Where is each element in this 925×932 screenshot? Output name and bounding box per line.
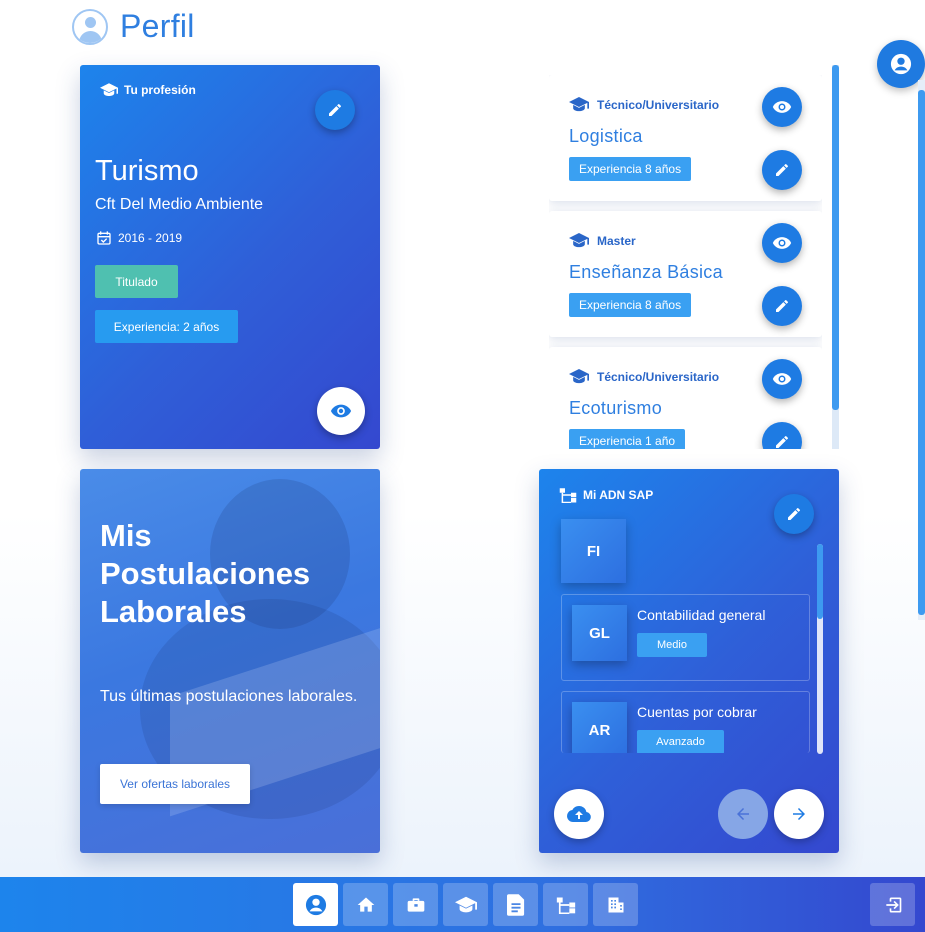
nav-jobs[interactable] xyxy=(393,883,438,926)
nav-education[interactable] xyxy=(443,883,488,926)
nav-home[interactable] xyxy=(343,883,388,926)
experience-badge: Experiencia: 2 años xyxy=(95,310,238,343)
list-item: Master Enseñanza Básica Experiencia 8 añ… xyxy=(549,211,822,337)
sap-submodule-name: Contabilidad general xyxy=(637,607,766,623)
cloud-upload-icon xyxy=(567,805,591,822)
applications-subtitle: Tus últimas postulaciones laborales. xyxy=(100,688,358,705)
study-type-label: Master xyxy=(597,233,636,248)
view-profession-button[interactable] xyxy=(317,387,365,435)
pencil-icon xyxy=(776,435,788,448)
briefcase-icon xyxy=(407,897,424,912)
arrow-left-icon xyxy=(737,808,749,820)
study-type: Técnico/Universitario xyxy=(569,369,719,384)
profession-title: Turismo xyxy=(95,155,199,187)
sitemap-icon xyxy=(559,488,577,503)
bottom-nav xyxy=(0,877,925,932)
sap-submodule-level: Avanzado xyxy=(637,730,724,753)
view-study-button[interactable] xyxy=(762,359,802,399)
pencil-icon xyxy=(776,299,788,312)
calendar-check-icon xyxy=(97,231,111,245)
sap-submodule[interactable]: AR Cuentas por cobrar Avanzado xyxy=(561,691,810,753)
nav-profile[interactable] xyxy=(293,883,338,926)
upload-button[interactable] xyxy=(554,789,604,839)
view-job-offers-button[interactable]: Ver ofertas laborales xyxy=(100,764,250,804)
nav-documents[interactable] xyxy=(493,883,538,926)
user-icon xyxy=(305,894,326,915)
account-circle-icon xyxy=(890,53,912,75)
sitemap-icon xyxy=(556,897,575,914)
logout-icon xyxy=(885,897,901,912)
eye-icon xyxy=(772,237,792,249)
home-icon xyxy=(357,897,374,912)
sap-scrollbar-thumb[interactable] xyxy=(817,544,823,619)
page-title: Perfil xyxy=(120,8,195,44)
sap-module[interactable]: FI xyxy=(561,519,626,583)
sap-tag-label: Mi ADN SAP xyxy=(583,488,654,502)
arrow-right-icon xyxy=(793,808,805,820)
graduation-cap-icon xyxy=(569,97,589,112)
profile-avatar-icon xyxy=(72,8,108,45)
study-name: Ecoturismo xyxy=(569,398,663,418)
logout-button[interactable] xyxy=(870,883,915,926)
study-type: Master xyxy=(569,233,636,248)
sap-submodule[interactable]: GL Contabilidad general Medio xyxy=(561,594,810,681)
graduation-cap-icon xyxy=(569,369,589,384)
edit-sap-button[interactable] xyxy=(774,494,814,534)
page-header: Perfil xyxy=(72,8,195,45)
pencil-icon xyxy=(788,507,800,520)
pencil-icon xyxy=(329,103,341,116)
profession-tag-label: Tu profesión xyxy=(124,83,196,97)
graduation-cap-icon xyxy=(569,233,589,248)
study-name: Enseñanza Básica xyxy=(569,262,723,282)
profession-dates: 2016 - 2019 xyxy=(96,230,182,246)
profession-institution: Cft Del Medio Ambiente xyxy=(95,196,264,213)
view-study-button[interactable] xyxy=(762,223,802,263)
list-item: Técnico/Universitario Ecoturismo Experie… xyxy=(549,347,822,449)
view-study-button[interactable] xyxy=(762,87,802,127)
building-icon xyxy=(608,897,623,912)
studies-scrollbar-thumb[interactable] xyxy=(832,65,839,410)
eye-icon xyxy=(772,373,792,385)
profession-dates-label: 2016 - 2019 xyxy=(118,231,183,245)
sap-submodule-level: Medio xyxy=(637,633,707,657)
eye-icon xyxy=(772,101,792,113)
eye-icon xyxy=(330,404,352,418)
graduation-cap-icon xyxy=(454,896,477,912)
profession-tag: Tu profesión xyxy=(100,83,196,97)
list-item: Técnico/Universitario Logistica Experien… xyxy=(549,75,822,201)
graduation-cap-icon xyxy=(100,83,118,96)
profession-card: Tu profesión Turismo Cft Del Medio Ambie… xyxy=(80,65,380,449)
nav-sap[interactable] xyxy=(543,883,588,926)
status-badge: Titulado xyxy=(95,265,178,298)
applications-card: Mis Postulaciones Laborales Tus últimas … xyxy=(80,469,380,853)
sap-submodule-code: AR xyxy=(572,702,627,753)
study-experience-badge: Experiencia 8 años xyxy=(569,157,692,181)
study-type-label: Técnico/Universitario xyxy=(597,97,720,112)
sap-tag: Mi ADN SAP xyxy=(559,487,653,503)
study-experience-badge: Experiencia 8 años xyxy=(569,293,692,317)
nav-companies[interactable] xyxy=(593,883,638,926)
pencil-icon xyxy=(776,163,788,176)
studies-list: Técnico/Universitario Logistica Experien… xyxy=(549,75,822,449)
page-scrollbar-thumb[interactable] xyxy=(918,90,925,615)
edit-study-button[interactable] xyxy=(762,150,802,190)
study-name: Logistica xyxy=(569,126,643,146)
edit-study-button[interactable] xyxy=(762,286,802,326)
previous-button[interactable] xyxy=(718,789,768,839)
applications-title: Mis Postulaciones Laborales xyxy=(100,518,311,629)
study-experience-badge: Experiencia 1 año xyxy=(569,429,686,449)
edit-study-button[interactable] xyxy=(762,422,802,449)
document-icon xyxy=(506,893,524,916)
study-type: Técnico/Universitario xyxy=(569,97,719,112)
sap-submodule-code: GL xyxy=(572,605,627,661)
edit-profession-button[interactable] xyxy=(315,90,355,130)
sap-dna-card: Mi ADN SAP FI GL Contabilidad general Me… xyxy=(539,469,839,853)
sap-submodule-name: Cuentas por cobrar xyxy=(637,704,757,720)
next-button[interactable] xyxy=(774,789,824,839)
study-type-label: Técnico/Universitario xyxy=(597,369,720,384)
